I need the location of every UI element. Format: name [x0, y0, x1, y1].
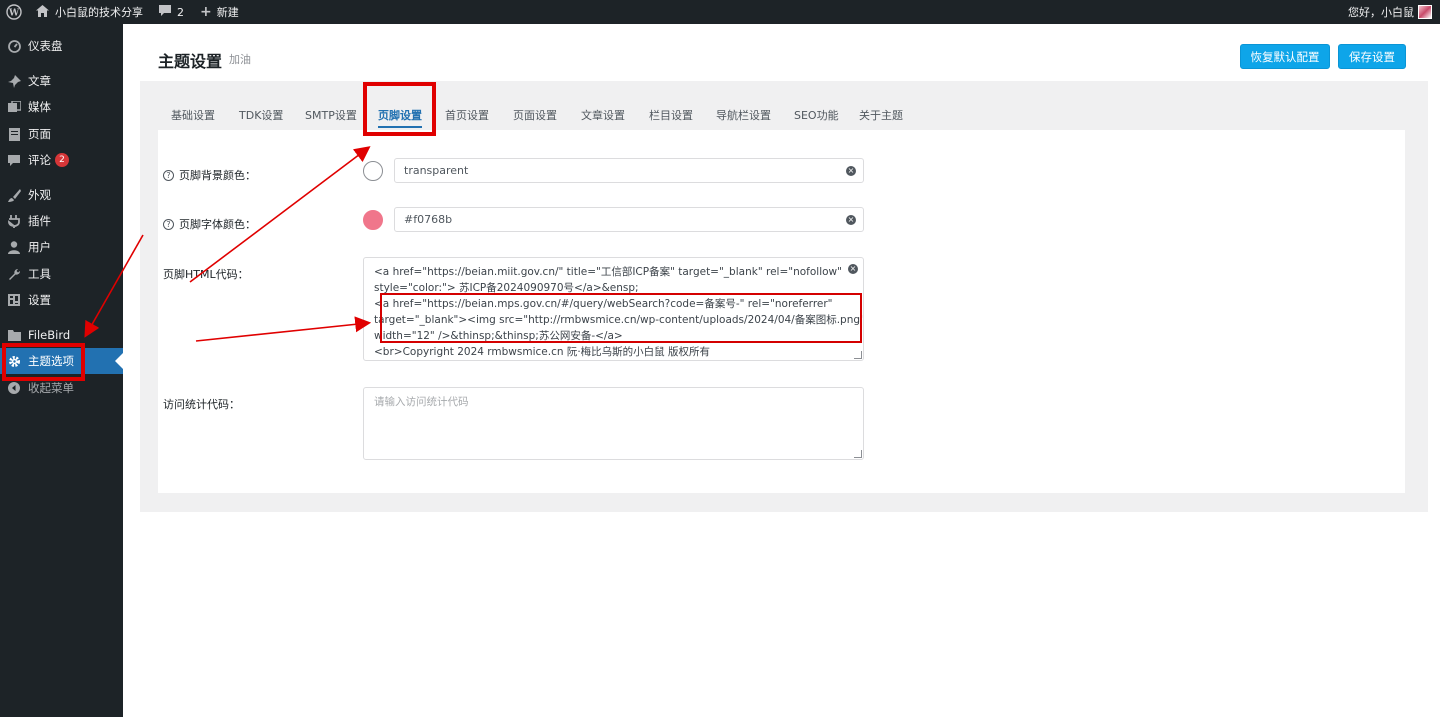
- page-title: 主题设置: [158, 52, 223, 71]
- help-icon[interactable]: ?: [163, 169, 174, 181]
- tab-smtp[interactable]: SMTP设置: [305, 107, 357, 123]
- new-content-link[interactable]: + 新建: [192, 0, 247, 24]
- folder-icon: [7, 328, 21, 342]
- sidebar-item-appearance[interactable]: 外观: [0, 182, 123, 208]
- html-code-label: 页脚HTML代码：: [163, 268, 249, 281]
- avatar: [1418, 5, 1432, 19]
- tab-home[interactable]: 首页设置: [445, 107, 489, 123]
- sidebar-item-label: 页面: [28, 127, 51, 141]
- annotation-box-footer-tab: [363, 82, 436, 136]
- plus-icon: +: [200, 4, 212, 20]
- clear-icon[interactable]: ×: [846, 166, 856, 176]
- tab-article[interactable]: 文章设置: [581, 107, 625, 123]
- tab-navbar[interactable]: 导航栏设置: [716, 107, 771, 123]
- sidebar-item-label: 收起菜单: [28, 381, 74, 395]
- sidebar-item-settings[interactable]: 设置: [0, 287, 123, 313]
- page-icon: [7, 127, 21, 141]
- my-account-link[interactable]: 您好，小白鼠: [1340, 0, 1440, 24]
- comments-link[interactable]: 2: [151, 0, 192, 24]
- resize-handle[interactable]: [854, 450, 862, 458]
- sidebar-item-label: 仪表盘: [28, 39, 63, 53]
- tab-about[interactable]: 关于主题: [859, 107, 903, 123]
- svg-text:W: W: [8, 9, 20, 19]
- settings-icon: [7, 293, 21, 307]
- sidebar-item-comments[interactable]: 评论 2: [0, 147, 123, 173]
- plugin-icon: [7, 214, 21, 228]
- pin-icon: [7, 74, 21, 88]
- site-name-link[interactable]: 小白鼠的技术分享: [28, 0, 151, 24]
- sidebar-item-pages[interactable]: 页面: [0, 121, 123, 147]
- main-content: 主题设置 加油 恢复默认配置 保存设置 基础设置 TDK设置 SMTP设置 页脚…: [123, 24, 1440, 717]
- collapse-icon: [7, 381, 21, 395]
- greeting: 您好，小白鼠: [1348, 6, 1414, 19]
- sidebar-item-tools[interactable]: 工具: [0, 261, 123, 287]
- sidebar-item-label: 设置: [28, 293, 51, 307]
- active-indicator: [115, 353, 123, 369]
- tab-column[interactable]: 栏目设置: [649, 107, 693, 123]
- sidebar-item-posts[interactable]: 文章: [0, 68, 123, 94]
- bg-color-label: ? 页脚背景颜色：: [163, 167, 256, 183]
- user-icon: [7, 240, 21, 254]
- comment-icon: [7, 153, 21, 167]
- save-settings-button[interactable]: 保存设置: [1338, 44, 1406, 69]
- wordpress-logo-icon[interactable]: W: [0, 0, 28, 24]
- sidebar-item-label: 评论: [28, 153, 51, 167]
- annotation-box-theme-options: [2, 343, 85, 381]
- sidebar-item-dashboard[interactable]: 仪表盘: [0, 33, 123, 59]
- bg-color-input[interactable]: transparent ×: [394, 158, 864, 183]
- admin-bar: W 小白鼠的技术分享 2 + 新建 您好，小白鼠: [0, 0, 1440, 24]
- sidebar-item-label: 工具: [28, 267, 51, 281]
- sidebar-item-label: 媒体: [28, 100, 51, 114]
- media-icon: [7, 100, 21, 114]
- comments-count: 2: [177, 5, 184, 19]
- sidebar-item-label: FileBird: [28, 328, 71, 342]
- font-color-label: ? 页脚字体颜色：: [163, 216, 256, 232]
- reset-defaults-button[interactable]: 恢复默认配置: [1240, 44, 1330, 69]
- sidebar-item-users[interactable]: 用户: [0, 234, 123, 260]
- code-line: <a href="https://beian.miit.gov.cn/" tit…: [374, 266, 842, 278]
- tab-seo[interactable]: SEO功能: [794, 107, 839, 123]
- stats-code-label: 访问统计代码：: [163, 398, 240, 411]
- bg-color-swatch[interactable]: [363, 161, 383, 181]
- stats-placeholder: 请输入访问统计代码: [374, 396, 469, 408]
- dashboard-icon: [7, 39, 21, 53]
- tab-basic[interactable]: 基础设置: [171, 107, 215, 123]
- sidebar-item-label: 用户: [28, 240, 51, 254]
- comments-badge: 2: [55, 153, 69, 167]
- annotation-box-code: [380, 293, 862, 343]
- font-color-swatch[interactable]: [363, 210, 383, 230]
- font-color-input[interactable]: #f0768b ×: [394, 207, 864, 232]
- tab-tdk[interactable]: TDK设置: [239, 107, 283, 123]
- new-label: 新建: [216, 6, 239, 19]
- site-name: 小白鼠的技术分享: [55, 6, 143, 19]
- brush-icon: [7, 188, 21, 202]
- clear-icon[interactable]: ×: [846, 215, 856, 225]
- home-icon: [36, 4, 49, 20]
- code-line: <br>Copyright 2024 rmbwsmice.cn 阮·梅比乌斯的小…: [374, 346, 711, 358]
- sidebar-item-media[interactable]: 媒体: [0, 94, 123, 120]
- stats-code-textarea[interactable]: 请输入访问统计代码: [363, 387, 864, 460]
- sidebar-item-plugins[interactable]: 插件: [0, 208, 123, 234]
- page-subtitle: 加油: [229, 53, 251, 66]
- wrench-icon: [7, 267, 21, 281]
- sidebar-item-label: 插件: [28, 214, 51, 228]
- sidebar-item-label: 文章: [28, 74, 51, 88]
- help-icon[interactable]: ?: [163, 218, 174, 230]
- settings-tabs: 基础设置 TDK设置 SMTP设置 页脚设置 首页设置 页面设置 文章设置 栏目…: [140, 81, 1428, 129]
- sidebar-item-label: 外观: [28, 188, 51, 202]
- clear-icon[interactable]: ×: [848, 264, 858, 274]
- tab-page[interactable]: 页面设置: [513, 107, 557, 123]
- comment-bubble-icon: [159, 5, 171, 19]
- resize-handle[interactable]: [854, 351, 862, 359]
